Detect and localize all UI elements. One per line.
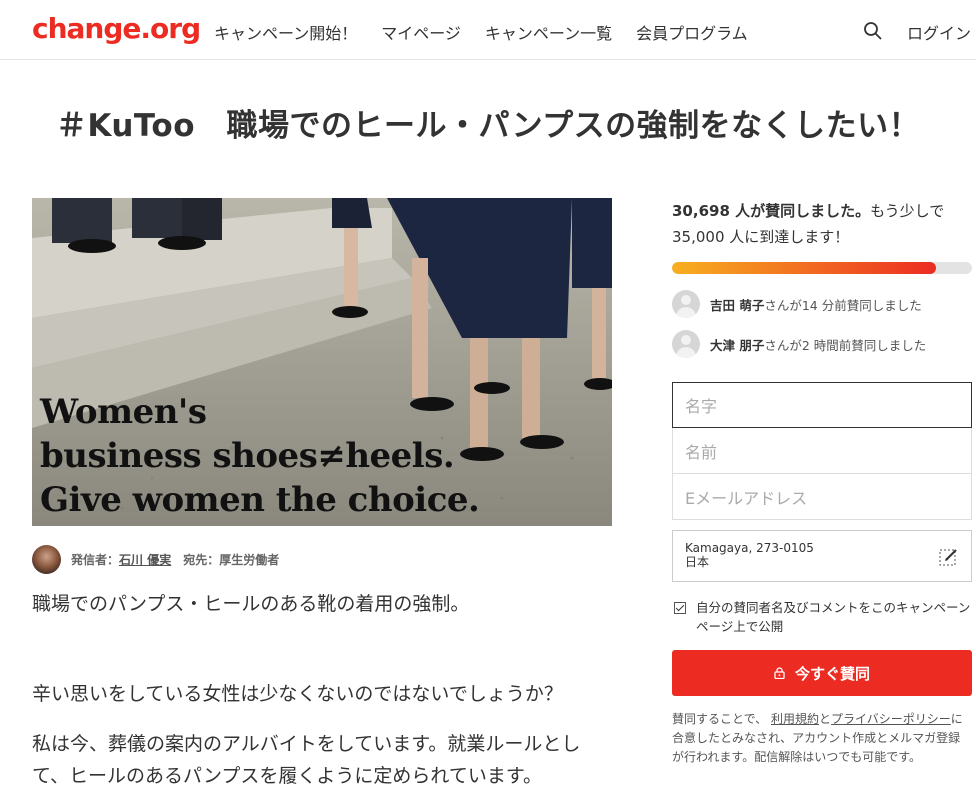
first-name-input[interactable]: 名前 (672, 428, 972, 474)
email-input[interactable]: Eメールアドレス (672, 474, 972, 520)
main-nav: キャンペーン開始！ マイページ キャンペーン一覧 会員プログラム (214, 20, 772, 44)
location-field[interactable]: Kamagaya, 273-0105 日本 (672, 530, 972, 582)
sign-button-label: 今すぐ賛同 (794, 664, 870, 683)
signer-time: さんが14 分前賛同しました (764, 297, 922, 313)
signer-avatar-icon (672, 290, 700, 318)
signature-progress-bar (672, 262, 972, 274)
last-name-input[interactable]: 名字 (672, 382, 972, 428)
public-consent-option[interactable]: 自分の賛同者名及びコメントをこのキャンペーンページ上で公開 (672, 598, 972, 636)
nav-start-campaign[interactable]: キャンペーン開始！ (214, 20, 357, 44)
signer-avatar-icon (672, 330, 700, 358)
recent-signer: 吉田 萌子 さんが14 分前賛同しました (672, 284, 972, 324)
terms-link[interactable]: 利用規約 (771, 712, 819, 726)
consent-label: 自分の賛同者名及びコメントをこのキャンペーンページ上で公開 (696, 600, 971, 634)
nav-membership[interactable]: 会員プログラム (636, 20, 748, 44)
signer-time: さんが2 時間前賛同しました (764, 337, 927, 353)
legal-text: 賛同することで、 (672, 712, 768, 726)
legal-text: と (819, 712, 832, 726)
change-org-logo[interactable]: change.org (32, 12, 201, 45)
consent-checkbox[interactable] (674, 602, 686, 614)
petition-author: 発信者： 石川 優実 宛先：厚生労働者 (32, 545, 279, 574)
description-paragraph: 職場でのパンプス・ヒールのある靴の着用の強制。 (32, 593, 470, 615)
legal-notice: 賛同することで、 利用規約とプライバシーポリシーに合意したとみなされ、アカウント… (672, 710, 972, 767)
location-country: 日本 (685, 555, 710, 569)
description-paragraph: 私は今、葬儀の案内のアルバイトをしています。就業ルールとして、ヒールのあるパンプ… (32, 733, 581, 787)
signature-count-bold: 30,698 人が賛同しました。 (672, 202, 871, 220)
signature-count: 30,698 人が賛同しました。もう少しで 35,000 人に到達します！ (672, 198, 972, 250)
signer-name: 大津 朋子 (710, 337, 765, 353)
petition-hero-image: Women's business shoes≠heels. Give women… (32, 198, 612, 526)
lock-icon (774, 667, 785, 679)
hero-caption: Women's business shoes≠heels. Give women… (40, 390, 480, 522)
privacy-policy-link[interactable]: プライバシーポリシー (831, 712, 951, 726)
petition-target: 宛先：厚生労働者 (183, 553, 280, 567)
site-header: change.org キャンペーン開始！ マイページ キャンペーン一覧 会員プロ… (0, 0, 976, 60)
search-icon[interactable] (863, 21, 883, 41)
location-city: Kamagaya, 273-0105 (685, 541, 814, 555)
recent-signer: 大津 朋子 さんが2 時間前賛同しました (672, 324, 972, 364)
petition-description: 職場でのパンプス・ヒールのある靴の着用の強制。 辛い思いをしている女性は少なくな… (32, 588, 612, 792)
progress-fill (672, 262, 936, 274)
nav-browse-campaigns[interactable]: キャンペーン一覧 (485, 20, 612, 44)
hero-caption-line: Women's (40, 392, 207, 432)
login-link[interactable]: ログイン (907, 20, 971, 44)
description-paragraph: 辛い思いをしている女性は少なくないのではないでしょうか？ (32, 683, 563, 705)
sign-sidebar: 30,698 人が賛同しました。もう少しで 35,000 人に到達します！ 吉田… (672, 198, 972, 767)
author-label: 発信者： (71, 553, 120, 567)
hero-caption-line: Give women the choice. (40, 480, 480, 520)
petition-title: ＃KuToo 職場でのヒール・パンプスの強制をなくしたい！ (55, 108, 921, 144)
author-name-link[interactable]: 石川 優実 (119, 551, 171, 568)
edit-icon[interactable] (939, 547, 959, 567)
hero-caption-line: business shoes≠heels. (40, 436, 455, 476)
author-avatar[interactable] (32, 545, 61, 574)
nav-my-page[interactable]: マイページ (381, 20, 461, 44)
signer-name: 吉田 萌子 (710, 297, 765, 313)
sign-now-button[interactable]: 今すぐ賛同 (672, 650, 972, 696)
